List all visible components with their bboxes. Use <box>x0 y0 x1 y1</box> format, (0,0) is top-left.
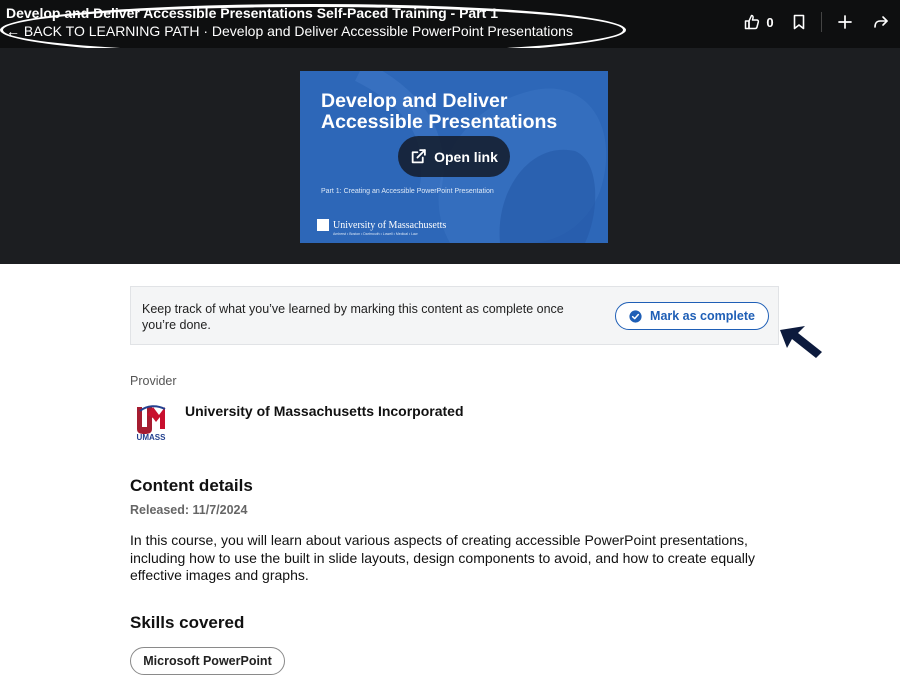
mark-as-complete-button[interactable]: Mark as complete <box>615 302 769 330</box>
share-button[interactable] <box>862 14 900 30</box>
top-actions: 0 <box>739 0 900 44</box>
back-to-learning-path-link[interactable]: ← BACK TO LEARNING PATH · Develop and De… <box>6 22 573 40</box>
open-link-label: Open link <box>434 148 498 165</box>
thumbnail-logo-text: University of Massachusetts <box>333 219 447 231</box>
university-mark-icon <box>317 219 329 231</box>
add-button[interactable] <box>828 14 862 30</box>
completion-notice: Keep track of what you’ve learned by mar… <box>130 286 779 345</box>
open-link-button[interactable]: Open link <box>398 136 510 177</box>
plus-icon <box>838 15 852 29</box>
released-date: Released: 11/7/2024 <box>130 503 248 517</box>
top-bar: Develop and Deliver Accessible Presentat… <box>0 0 900 56</box>
umass-logo-text: UMASS <box>137 433 167 441</box>
content-details-heading: Content details <box>130 476 253 495</box>
course-description: In this course, you will learn about var… <box>130 532 755 583</box>
thumbnail-subtitle: Part 1: Creating an Accessible PowerPoin… <box>321 188 494 195</box>
provider-name[interactable]: University of Massachusetts Incorporated <box>185 403 464 419</box>
check-circle-icon <box>629 309 642 323</box>
umass-logo: UMASS <box>137 405 167 441</box>
completion-notice-text: Keep track of what you’ve learned by mar… <box>142 302 564 332</box>
save-button[interactable] <box>785 14 813 30</box>
thumbs-up-icon <box>745 14 760 30</box>
thumbnail-logo: University of Massachusetts Amherst • Bo… <box>317 219 447 236</box>
hero-banner: Develop and Deliver Accessible Presentat… <box>0 48 900 264</box>
page-title: Develop and Deliver Accessible Presentat… <box>6 5 498 21</box>
like-count: 0 <box>766 14 774 30</box>
skill-chip[interactable]: Microsoft PowerPoint <box>130 647 285 675</box>
thumbnail-campuses: Amherst • Boston • Dartmouth • Lowell • … <box>333 232 418 236</box>
mark-as-complete-label: Mark as complete <box>650 309 755 323</box>
skills-covered-heading: Skills covered <box>130 613 245 632</box>
pointer-arrow-annotation <box>780 326 822 358</box>
thumbnail-title: Develop and Deliver Accessible Presentat… <box>321 90 558 133</box>
external-link-icon <box>411 149 426 164</box>
bookmark-icon <box>793 14 805 30</box>
share-arrow-icon <box>874 16 888 28</box>
like-button[interactable]: 0 <box>739 14 779 30</box>
provider-label: Provider <box>130 374 177 388</box>
toolbar-divider <box>821 12 822 32</box>
